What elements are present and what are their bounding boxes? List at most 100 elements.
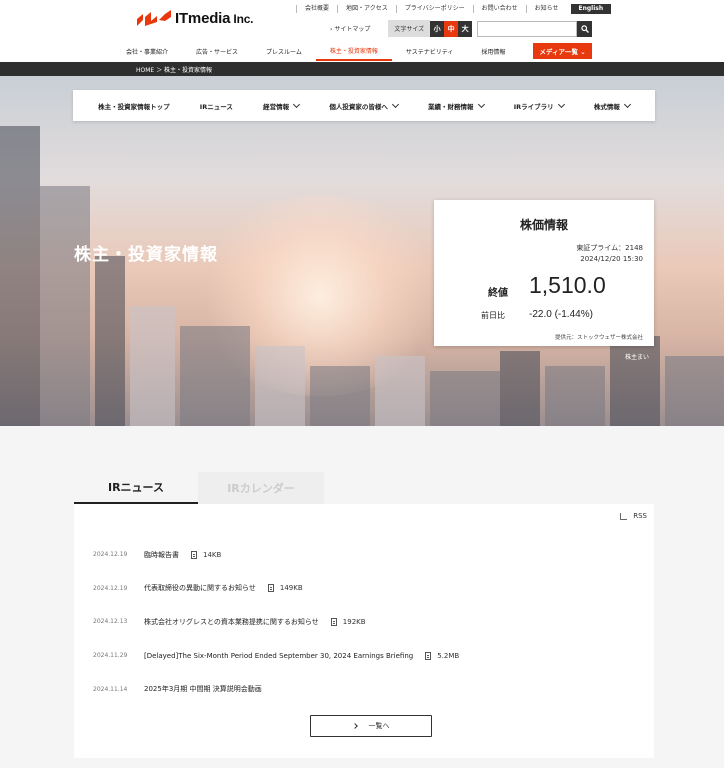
change-value: -22.0 (-1.44%) [529,309,593,320]
subnav-management[interactable]: 経営情報 [263,100,301,111]
nav-recruit[interactable]: 採用情報 [467,41,519,61]
nav-sustainability[interactable]: サステナビリティ [392,41,468,61]
subnav-individual-investors[interactable]: 個人投資家の皆様へ [329,100,399,111]
nav-advertising[interactable]: 広告・サービス [182,41,252,61]
building [430,371,500,426]
stock-datetime: 2024/12/20 15:30 [580,255,643,263]
util-link-contact[interactable]: お問い合わせ [472,5,526,13]
file-attachment: 149KB [267,584,303,593]
list-item[interactable]: 2024.12.19 代表取締役の異動に関するお知らせ 149KB [93,572,633,606]
font-size-medium-button[interactable]: 中 [444,20,459,37]
news-title[interactable]: 臨時報告書 [144,550,179,560]
english-button[interactable]: English [570,4,612,14]
ir-news-section: IRニュース IRカレンダー RSS 2024.12.19 臨時報告書 14KB… [0,426,724,768]
logo-suffix: Inc. [230,11,254,26]
file-attachment: 192KB [330,617,366,626]
stock-info-title: 株価情報 [519,218,568,232]
nav-pressroom[interactable]: プレスルーム [252,41,316,61]
news-date: 2024.12.19 [93,584,128,592]
news-title[interactable]: 株式会社オリグレスとの資本業務提携に関するお知らせ [144,617,319,627]
subnav-ir-news[interactable]: IRニュース [200,101,233,111]
news-title[interactable]: 2025年3月期 中間期 決算説明会動画 [144,684,262,694]
document-icon [191,550,197,559]
news-date: 2024.12.13 [93,618,128,626]
file-attachment: 5.2MB [425,651,459,660]
site-header: ITmedia Inc. 会社概要 地図・アクセス プライバシーポリシー お問い… [0,0,724,62]
building [375,356,425,426]
util-link-privacy[interactable]: プライバシーポリシー [395,5,473,13]
font-size-large-button[interactable]: 大 [458,20,473,37]
building [180,326,250,426]
chevron-right-icon [351,723,358,729]
more-news-button[interactable]: 一覧へ [310,715,432,737]
nav-company[interactable]: 会社・事業紹介 [112,41,182,61]
news-date: 2024.11.14 [93,685,128,693]
file-attachment: 14KB [191,550,221,559]
utility-links: 会社概要 地図・アクセス プライバシーポリシー お問い合わせ お知らせ Engl… [296,4,612,14]
document-icon [267,584,274,593]
stock-info-card: 株価情報 東証プライム：2148 2024/12/20 15:30 終値 1,5… [434,200,654,346]
chevron-down-icon [477,100,485,108]
stock-market-code: 東証プライム：2148 [576,244,643,252]
building [610,336,660,426]
search-icon [580,24,589,33]
itmedia-logo[interactable]: ITmedia Inc. [137,9,254,27]
chevron-down-icon [623,100,631,108]
util-link-access[interactable]: 地図・アクセス [337,5,396,13]
rss-link[interactable]: RSS [620,512,647,520]
list-item[interactable]: 2024.11.29 [Delayed]The Six-Month Period… [93,639,633,673]
list-item[interactable]: 2024.12.13 株式会社オリグレスとの資本業務提携に関するお知らせ 192… [93,605,633,639]
subnav-financial[interactable]: 業績・財務情報 [428,100,485,111]
building [130,306,175,426]
change-label: 前日比 [481,311,505,320]
search-input[interactable] [477,20,578,37]
building [0,126,40,426]
news-date: 2024.11.29 [93,652,128,660]
logo-text: ITmedia [175,9,231,27]
font-size-label: 文字サイズ [388,20,431,37]
building [40,186,90,426]
logo-mark-icon [137,10,171,26]
tab-ir-calendar[interactable]: IRカレンダー [198,472,324,504]
news-title[interactable]: [Delayed]The Six-Month Period Ended Sept… [144,652,413,660]
chevron-down-icon [391,100,399,108]
close-price-value: 1,510.0 [529,272,606,298]
document-icon [425,651,432,660]
nav-ir[interactable]: 株主・投資家情報 [315,41,392,61]
chevron-down-icon [557,100,565,108]
global-nav: 会社・事業紹介 広告・サービス プレスルーム 株主・投資家情報 サステナビリティ… [112,41,592,61]
page-title: 株主・投資家情報 [74,245,218,265]
media-list-button[interactable]: メディア一覧 ⌄ [533,43,592,59]
list-item[interactable]: 2024.11.14 2025年3月期 中間期 決算説明会動画 [93,672,633,706]
subnav-stock-info[interactable]: 株式情報 [594,100,631,111]
util-link-company[interactable]: 会社概要 [296,5,337,13]
util-link-news[interactable]: お知らせ [525,5,567,13]
subnav-ir-top[interactable]: 株主・投資家情報トップ [98,101,170,111]
building [255,346,305,426]
chevron-down-icon [293,100,301,108]
document-icon [330,617,337,626]
news-date: 2024.12.19 [93,551,128,559]
header-tools: › サイトマップ 文字サイズ 小 中 大 [330,20,593,37]
ir-subnav: 株主・投資家情報トップ IRニュース 経営情報 個人投資家の皆様へ 業績・財務情… [73,90,655,121]
building [545,366,605,426]
building [665,356,724,426]
chevron-down-icon: ⌄ [580,48,586,56]
sitemap-link[interactable]: › サイトマップ [330,24,370,33]
news-list: 2024.12.19 臨時報告書 14KB 2024.12.19 代表取締役の異… [93,538,633,706]
breadcrumb: HOME ＞ 株主・投資家情報 [0,62,724,76]
ir-tabs: IRニュース IRカレンダー [74,472,654,504]
hero-note: 株主まい [625,354,650,361]
building [310,366,370,426]
tab-ir-news[interactable]: IRニュース [74,472,198,504]
search-button[interactable] [577,20,593,37]
building [95,256,125,426]
font-size-small-button[interactable]: 小 [430,20,445,37]
stock-source: 提供元：ストックウェザー株式会社 [554,335,643,341]
hero-banner: 株主・投資家情報トップ IRニュース 経営情報 個人投資家の皆様へ 業績・財務情… [0,76,724,426]
breadcrumb-text[interactable]: HOME ＞ 株主・投資家情報 [136,65,212,74]
list-item[interactable]: 2024.12.19 臨時報告書 14KB [93,538,633,572]
close-price-label: 終値 [488,288,508,299]
subnav-ir-library[interactable]: IRライブラリ [514,100,565,111]
news-title[interactable]: 代表取締役の異動に関するお知らせ [144,583,256,593]
